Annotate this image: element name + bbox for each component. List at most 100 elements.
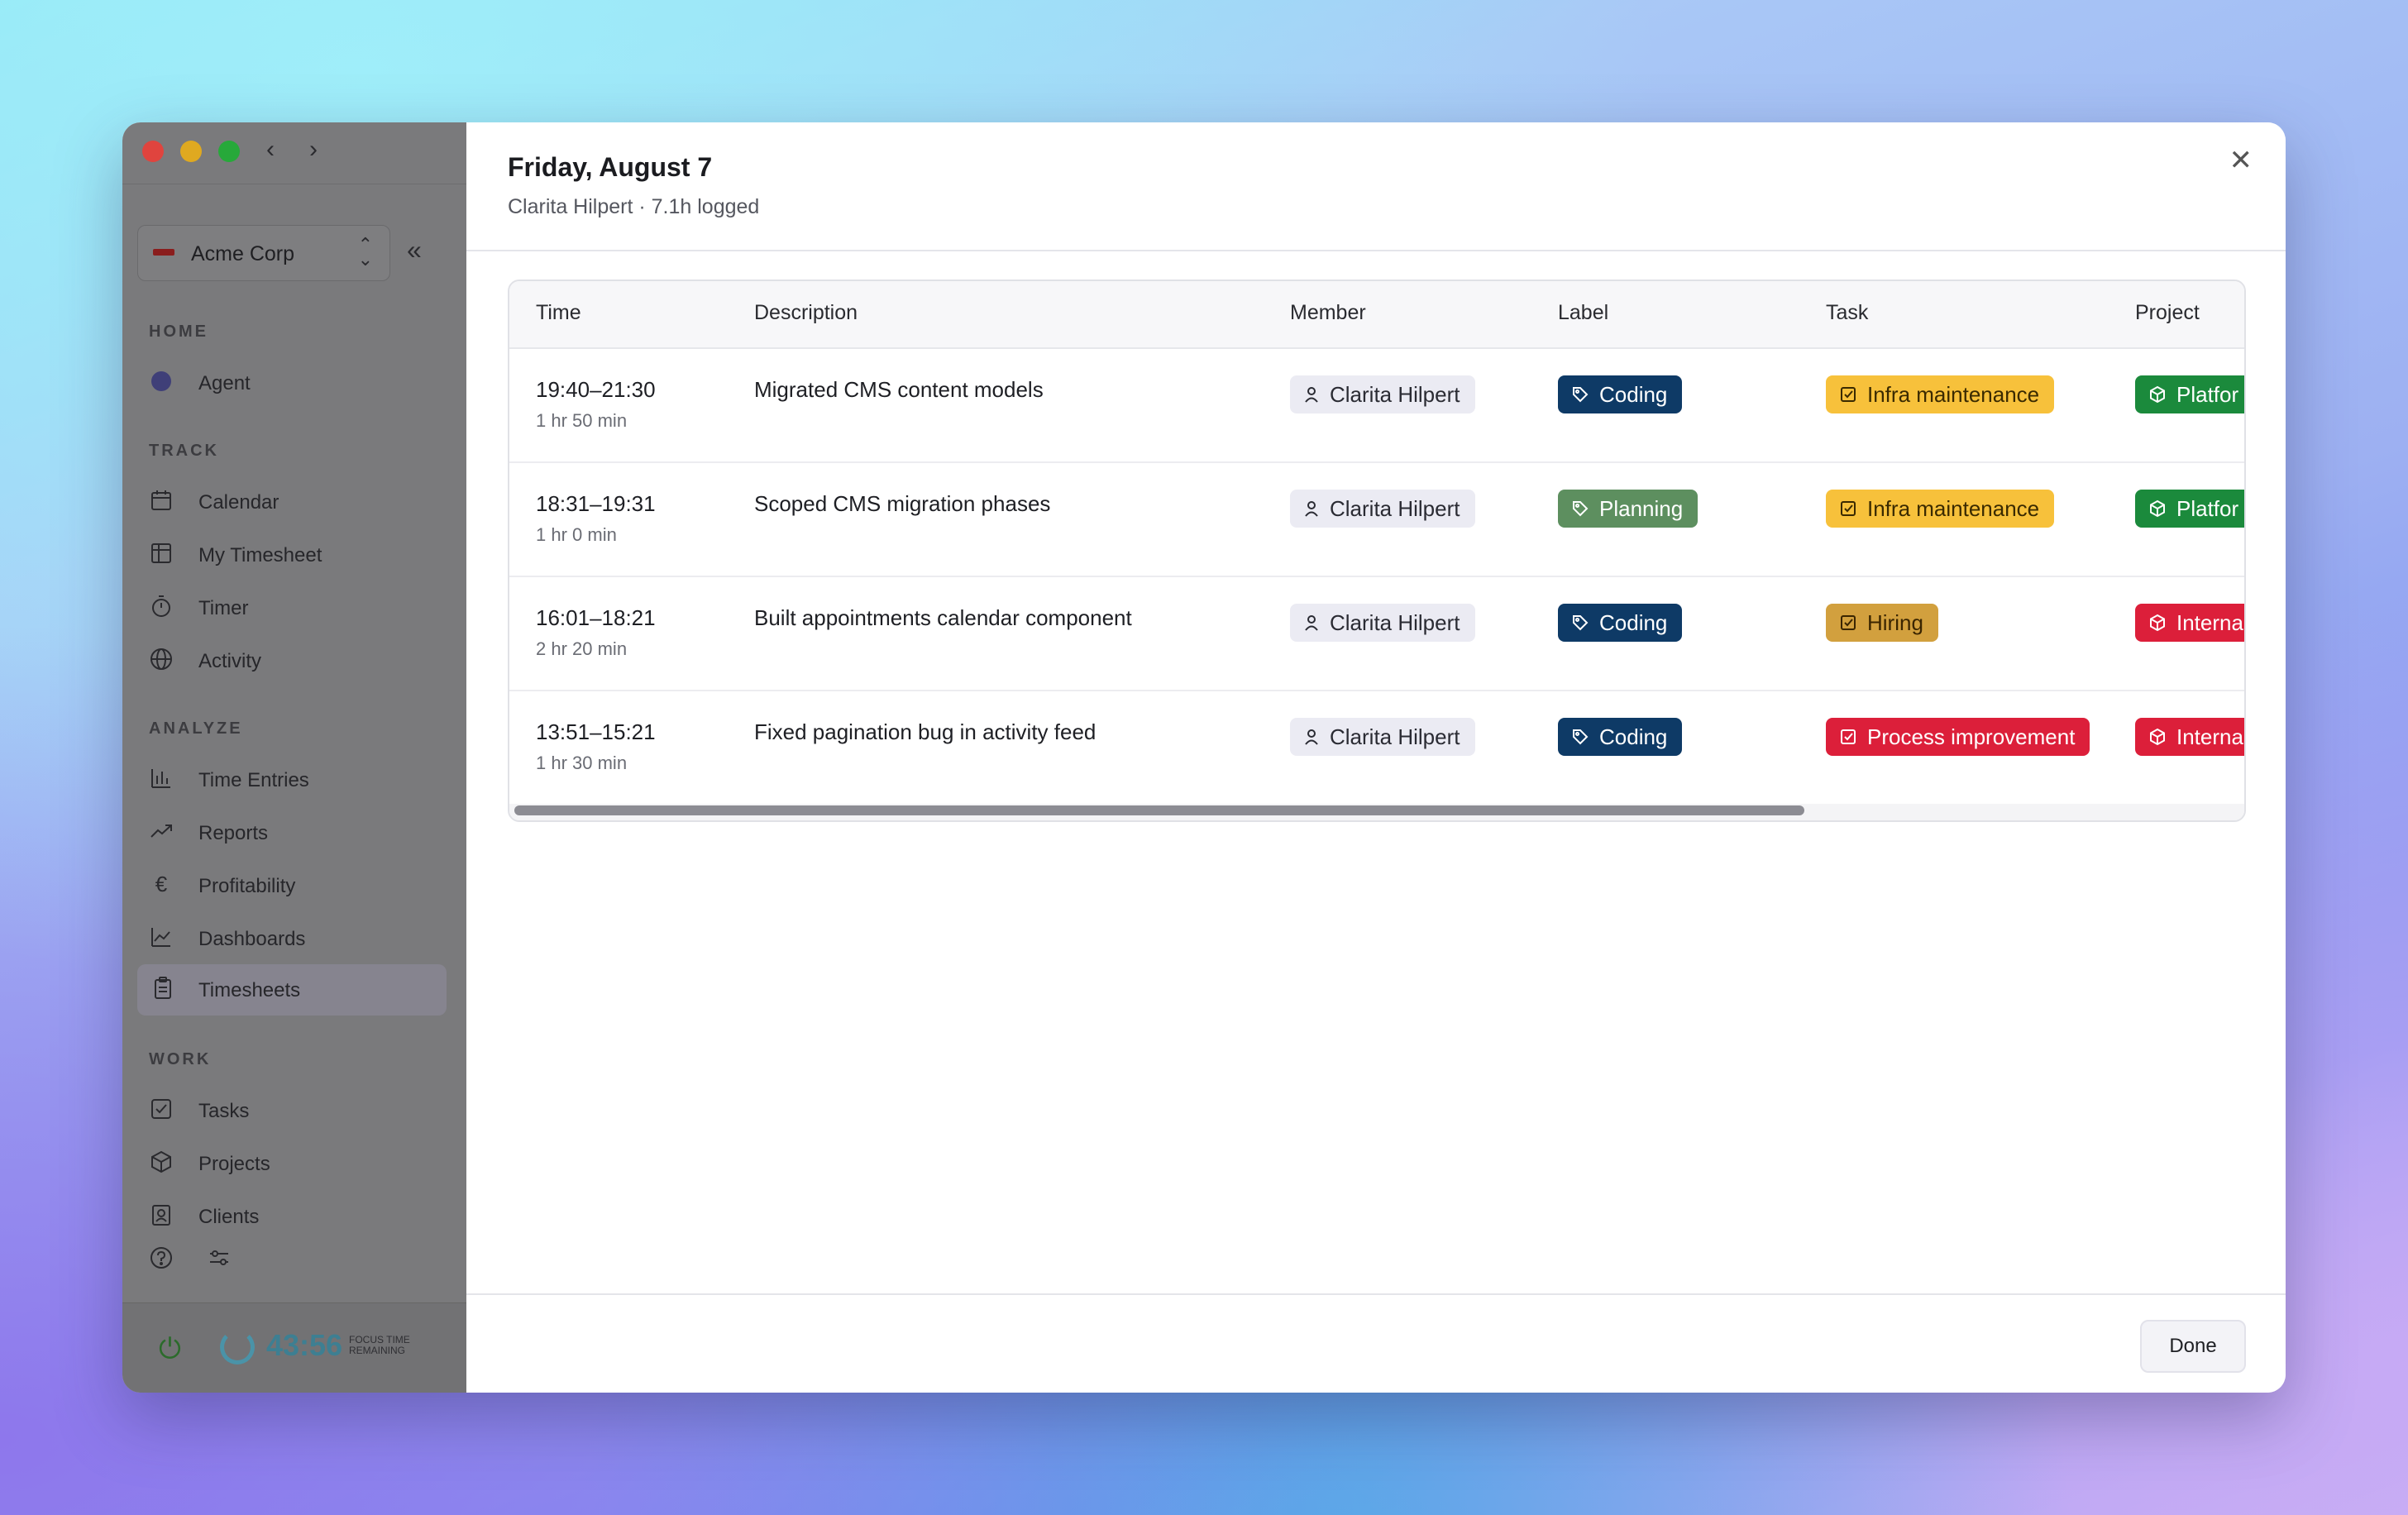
sidebar-item-projects[interactable]: Projects (149, 1141, 455, 1186)
time-entries-table: Time Description Member Label Task Proje… (508, 280, 2246, 822)
sidebar-item-timesheets[interactable]: Timesheets (137, 964, 447, 1016)
modal-footer: Done (466, 1293, 2286, 1393)
stopwatch-icon (152, 595, 170, 617)
member-name: Clarita Hilpert (1330, 609, 1460, 635)
line-chart-icon (151, 928, 170, 947)
horizontal-scrollbar[interactable] (509, 804, 2244, 820)
table-row[interactable]: 18:31–19:31 1 hr 0 min Scoped CMS migrat… (509, 463, 2244, 577)
sidebar-item-calendar[interactable]: Calendar (149, 480, 455, 524)
sidebar-item-timer[interactable]: Timer (149, 585, 455, 630)
checkbox-icon (151, 1099, 171, 1119)
close-icon[interactable]: ✕ (2229, 144, 2253, 177)
sidebar-item-time-entries[interactable]: Time Entries (149, 758, 455, 802)
task-chip[interactable]: Infra maintenance (1826, 375, 2055, 413)
sidebar-item-dashboards[interactable]: Dashboards (149, 916, 455, 961)
entry-description: Fixed pagination bug in activity feed (754, 719, 1096, 744)
sidebar-item-label: My Timesheet (198, 544, 322, 566)
entry-description: Migrated CMS content models (754, 377, 1044, 402)
project-chip[interactable]: Interna (2135, 718, 2244, 756)
member-chip[interactable]: Clarita Hilpert (1290, 718, 1475, 756)
entry-duration: 1 hr 0 min (536, 524, 617, 545)
collapse-sidebar-icon[interactable]: « (407, 235, 422, 265)
task-name: Infra maintenance (1867, 381, 2040, 407)
focus-timer-label: FOCUS TIME REMAINING (349, 1335, 410, 1356)
entry-duration: 1 hr 30 min (536, 753, 628, 773)
sidebar-item-label: Clients (198, 1206, 260, 1228)
sidebar-item-reports[interactable]: Reports (149, 810, 455, 855)
entry-duration: 1 hr 50 min (536, 410, 628, 431)
user-icon (1305, 729, 1318, 745)
sliders-icon[interactable] (207, 1245, 232, 1270)
member-chip[interactable]: Clarita Hilpert (1290, 490, 1475, 528)
project-chip[interactable]: Interna (2135, 604, 2244, 642)
section-home: HOME (149, 323, 208, 341)
euro-icon: € (155, 872, 168, 896)
task-chip[interactable]: Hiring (1826, 604, 1938, 642)
sidebar-item-label: Projects (198, 1153, 270, 1175)
contact-card-icon (152, 1205, 170, 1226)
project-name: Platfor (2176, 381, 2239, 407)
member-name: Clarita Hilpert (1330, 381, 1460, 407)
table-row[interactable]: 19:40–21:30 1 hr 50 min Migrated CMS con… (509, 349, 2244, 463)
scrollbar-thumb[interactable] (514, 805, 1804, 815)
sidebar-item-activity[interactable]: Activity (149, 638, 455, 683)
zoom-window-button[interactable] (218, 141, 240, 162)
member-chip[interactable]: Clarita Hilpert (1290, 375, 1475, 413)
focus-label-line-1: FOCUS TIME (349, 1334, 410, 1345)
trending-up-icon (150, 824, 172, 838)
sidebar-item-profitability[interactable]: € Profitability (149, 863, 455, 908)
table-row[interactable]: 13:51–15:21 1 hr 30 min Fixed pagination… (509, 691, 2244, 804)
entry-time: 19:40–21:30 (536, 377, 656, 402)
member-chip[interactable]: Clarita Hilpert (1290, 604, 1475, 642)
agent-icon (151, 371, 171, 391)
power-icon[interactable]: ⏻ (159, 1333, 181, 1365)
forward-arrow-icon[interactable]: › (309, 136, 318, 164)
project-chip[interactable]: Platfor (2135, 490, 2244, 528)
table-row[interactable]: 16:01–18:21 2 hr 20 min Built appointmen… (509, 577, 2244, 691)
user-icon (1305, 615, 1318, 631)
chevron-updown-icon: ⌃ ⌄ (357, 234, 373, 270)
sidebar-item-tasks[interactable]: Tasks (149, 1088, 455, 1133)
label-chip[interactable]: Coding (1558, 718, 1683, 756)
back-arrow-icon[interactable]: ‹ (266, 136, 275, 164)
project-name: Platfor (2176, 495, 2239, 521)
sidebar: ‹ › Acme Corp ⌃ ⌄ « HOME Agent TRACK Cale… (122, 122, 466, 1393)
title-bar: ‹ › (122, 122, 466, 184)
label-chip[interactable]: Planning (1558, 490, 1698, 528)
cube-icon (2150, 385, 2165, 404)
sidebar-item-label: Timer (198, 597, 249, 619)
task-chip[interactable]: Infra maintenance (1826, 490, 2055, 528)
sidebar-item-agent[interactable]: Agent (149, 361, 455, 405)
label-chip[interactable]: Coding (1558, 375, 1683, 413)
cube-icon (2150, 728, 2165, 746)
focus-label-line-2: REMAINING (349, 1345, 406, 1356)
task-checkbox-icon (1841, 615, 1856, 630)
tag-icon (1573, 615, 1589, 631)
entry-duration: 2 hr 20 min (536, 638, 628, 659)
tag-icon (1573, 729, 1589, 745)
project-name: Interna (2176, 724, 2243, 749)
sidebar-item-my-timesheet[interactable]: My Timesheet (149, 533, 455, 577)
day-detail-modal: Friday, August 7 Clarita Hilpert · 7.1h … (466, 122, 2286, 1393)
sidebar-item-clients[interactable]: Clients (149, 1194, 455, 1239)
column-header-member: Member (1290, 301, 1366, 324)
entry-description: Built appointments calendar component (754, 605, 1132, 630)
done-button[interactable]: Done (2140, 1320, 2246, 1373)
close-window-button[interactable] (142, 141, 164, 162)
sidebar-item-label: Profitability (198, 875, 296, 897)
task-chip[interactable]: Process improvement (1826, 718, 2090, 756)
project-chip[interactable]: Platfor (2135, 375, 2244, 413)
globe-icon (150, 648, 172, 670)
column-header-project: Project (2135, 301, 2200, 324)
help-icon[interactable] (149, 1245, 174, 1270)
column-header-description: Description (754, 301, 858, 324)
project-name: Interna (2176, 609, 2243, 635)
task-checkbox-icon (1841, 501, 1856, 516)
column-header-time: Time (536, 301, 581, 324)
minimize-window-button[interactable] (180, 141, 202, 162)
label-chip[interactable]: Coding (1558, 604, 1683, 642)
label-name: Coding (1599, 381, 1668, 407)
sidebar-item-label: Dashboards (198, 928, 306, 950)
sidebar-item-label: Agent (198, 372, 251, 394)
org-switcher[interactable]: Acme Corp ⌃ ⌄ (137, 225, 390, 281)
